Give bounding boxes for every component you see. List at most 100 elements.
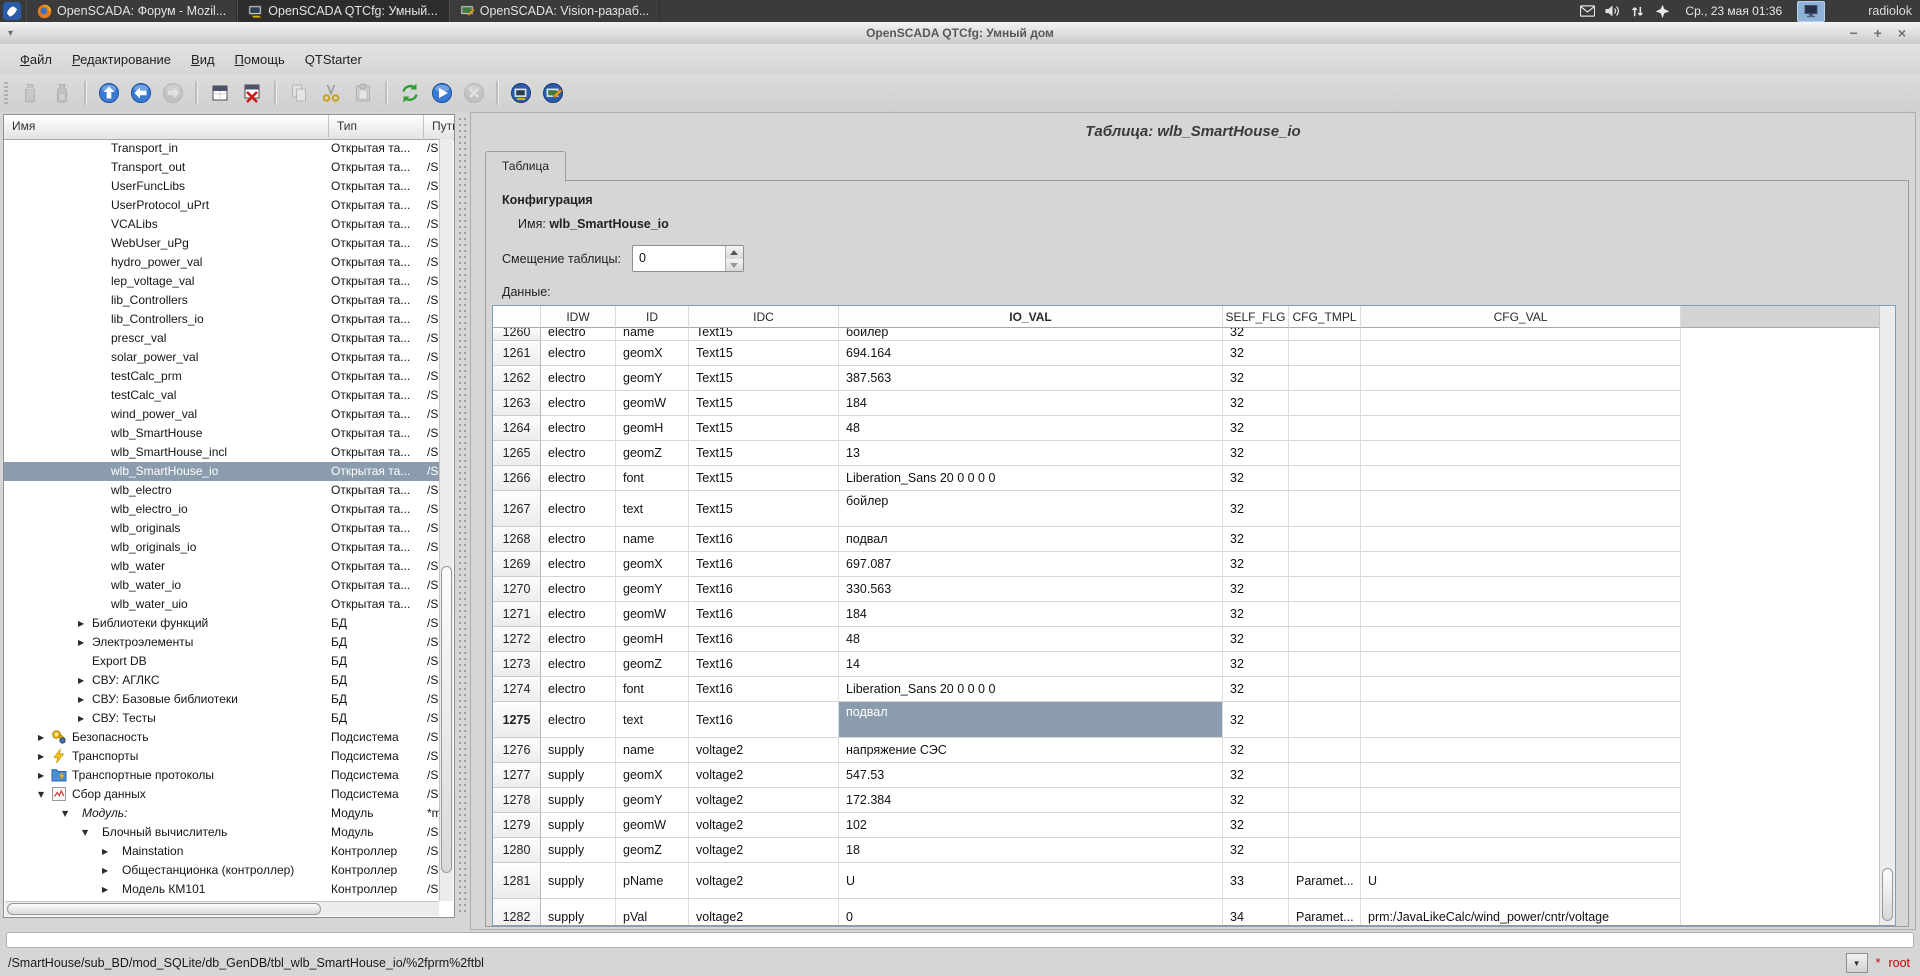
tree-item-сбор-данных[interactable]: ▼Сбор данныхПодсистема/Sm (4, 785, 440, 804)
cell-CFG_VAL[interactable] (1361, 491, 1681, 527)
cell-ID[interactable]: geomX (616, 763, 689, 788)
expand-arrow-icon[interactable]: ▶ (78, 709, 84, 728)
cell-IDC[interactable]: Text16 (689, 552, 839, 577)
cell-IO_VAL[interactable]: 48 (839, 627, 1223, 652)
cell-CFG_VAL[interactable] (1361, 738, 1681, 763)
cell-CFG_VAL[interactable] (1361, 552, 1681, 577)
cell-SELF_FLG[interactable]: 32 (1223, 328, 1289, 341)
cell-CFG_VAL[interactable] (1361, 763, 1681, 788)
minimize-button[interactable]: − (1849, 25, 1857, 41)
cell-IO_VAL[interactable]: бойлер (839, 328, 1223, 341)
cell-ID[interactable]: geomW (616, 602, 689, 627)
tree-item-wlb_smarthouse_incl[interactable]: wlb_SmartHouse_inclОткрытая та.../Sm (4, 443, 440, 462)
cell-SELF_FLG[interactable]: 32 (1223, 677, 1289, 702)
cell-IDW[interactable]: electro (541, 552, 616, 577)
cell-CFG_VAL[interactable] (1361, 652, 1681, 677)
tree-item-wlb_smarthouse_io[interactable]: wlb_SmartHouse_ioОткрытая та.../Sm (4, 462, 440, 481)
cell-IDC[interactable]: Text16 (689, 602, 839, 627)
tree-item-lib_controllers_io[interactable]: lib_Controllers_ioОткрытая та.../Sm (4, 310, 440, 329)
cell-IDW[interactable]: supply (541, 763, 616, 788)
taskbar-window[interactable]: OpenSCADA: Vision-разраб... (449, 0, 661, 22)
cell-IDW[interactable]: supply (541, 813, 616, 838)
cell-IDC[interactable]: Text15 (689, 491, 839, 527)
cell-IDW[interactable]: electro (541, 466, 616, 491)
cell-CFG_TMPL[interactable]: Paramet... (1289, 899, 1361, 925)
tree-item-userfunclibs[interactable]: UserFuncLibsОткрытая та.../Sm (4, 177, 440, 196)
cell-IO_VAL[interactable]: Liberation_Sans 20 0 0 0 0 (839, 466, 1223, 491)
cell-CFG_TMPL[interactable] (1289, 602, 1361, 627)
cell-CFG_TMPL[interactable] (1289, 813, 1361, 838)
cell-IDW[interactable]: supply (541, 899, 616, 925)
cell-SELF_FLG[interactable]: 32 (1223, 366, 1289, 391)
tree-item-сву-базовые-библиотеки[interactable]: ▶СВУ: Базовые библиотекиБД/Sm (4, 690, 440, 709)
cell-IO_VAL[interactable]: напряжение СЭС (839, 738, 1223, 763)
cell-CFG_VAL[interactable] (1361, 391, 1681, 416)
expand-arrow-icon[interactable]: ▶ (78, 633, 84, 652)
cell-SELF_FLG[interactable]: 32 (1223, 341, 1289, 366)
cell-SELF_FLG[interactable]: 32 (1223, 441, 1289, 466)
tree-item-wlb_water[interactable]: wlb_waterОткрытая та.../Sm (4, 557, 440, 576)
cell-IDC[interactable]: Text15 (689, 441, 839, 466)
cell-IDW[interactable]: electro (541, 416, 616, 441)
cell-CFG_VAL[interactable] (1361, 366, 1681, 391)
cell-IDC[interactable]: voltage2 (689, 813, 839, 838)
column-header-row-number[interactable] (493, 306, 541, 328)
window-titlebar[interactable]: ▾ OpenSCADA QTCfg: Умный дом − + × (0, 22, 1920, 45)
qtcfg-window-button[interactable] (505, 78, 537, 108)
back-button[interactable] (125, 78, 157, 108)
cell-CFG_VAL[interactable] (1361, 416, 1681, 441)
cell-ID[interactable]: geomH (616, 416, 689, 441)
cell-IDW[interactable]: supply (541, 788, 616, 813)
cell-IDC[interactable]: voltage2 (689, 763, 839, 788)
cell-ID[interactable]: geomX (616, 341, 689, 366)
cell-SELF_FLG[interactable]: 32 (1223, 552, 1289, 577)
cell-CFG_TMPL[interactable] (1289, 527, 1361, 552)
cell-CFG_TMPL[interactable] (1289, 738, 1361, 763)
cell-CFG_VAL[interactable] (1361, 788, 1681, 813)
cell-CFG_TMPL[interactable] (1289, 577, 1361, 602)
cell-SELF_FLG[interactable]: 32 (1223, 788, 1289, 813)
cell-IDW[interactable]: supply (541, 863, 616, 899)
cell-ID[interactable]: name (616, 328, 689, 341)
cell-IDC[interactable]: Text15 (689, 416, 839, 441)
mail-icon[interactable] (1579, 3, 1595, 19)
cell-SELF_FLG[interactable]: 32 (1223, 652, 1289, 677)
add-item-button[interactable] (204, 78, 236, 108)
maximize-button[interactable]: + (1874, 25, 1882, 41)
cell-ID[interactable]: geomY (616, 788, 689, 813)
cell-IO_VAL[interactable]: 694.164 (839, 341, 1223, 366)
expand-arrow-icon[interactable]: ▶ (102, 880, 108, 899)
cell-IDW[interactable]: electro (541, 677, 616, 702)
cell-IDC[interactable]: voltage2 (689, 838, 839, 863)
expand-arrow-icon[interactable]: ▶ (78, 671, 84, 690)
cell-IDW[interactable]: electro (541, 366, 616, 391)
tree-item-библиотеки-функций[interactable]: ▶Библиотеки функцийБД/Sm (4, 614, 440, 633)
cell-SELF_FLG[interactable]: 32 (1223, 491, 1289, 527)
cell-IDC[interactable]: voltage2 (689, 738, 839, 763)
menu-help[interactable]: Помощь (225, 48, 295, 71)
cut-button[interactable] (315, 78, 347, 108)
tree-vertical-scrollbar[interactable] (439, 139, 453, 901)
table-vertical-scrollbar[interactable] (1879, 306, 1895, 925)
cell-IO_VAL[interactable]: 387.563 (839, 366, 1223, 391)
cell-CFG_TMPL[interactable] (1289, 702, 1361, 738)
collapse-arrow-icon[interactable]: ▼ (62, 804, 68, 823)
cell-CFG_TMPL[interactable] (1289, 552, 1361, 577)
cell-CFG_TMPL[interactable] (1289, 341, 1361, 366)
tree-col-name[interactable]: Имя (4, 115, 329, 138)
cell-ID[interactable]: text (616, 491, 689, 527)
tree-item-электроэлементы[interactable]: ▶ЭлектроэлементыБД/Sm (4, 633, 440, 652)
expand-arrow-icon[interactable]: ▶ (102, 861, 108, 880)
taskbar-window[interactable]: OpenSCADA: Форум - Mozil... (26, 0, 237, 22)
cell-IDC[interactable]: voltage2 (689, 788, 839, 813)
tree-item-wlb_originals_io[interactable]: wlb_originals_ioОткрытая та.../Sm (4, 538, 440, 557)
cell-IDW[interactable]: electro (541, 328, 616, 341)
cell-IO_VAL[interactable]: 184 (839, 391, 1223, 416)
tree-item-prescr_val[interactable]: prescr_valОткрытая та.../Sm (4, 329, 440, 348)
taskbar-window[interactable]: OpenSCADA QTCfg: Умный... (237, 0, 448, 22)
tree-item-модуль-[interactable]: ▼Модуль:Модуль*m (4, 804, 440, 823)
column-header-IDC[interactable]: IDC (689, 306, 839, 328)
cell-CFG_VAL[interactable] (1361, 627, 1681, 652)
cell-SELF_FLG[interactable]: 32 (1223, 577, 1289, 602)
expand-arrow-icon[interactable]: ▶ (78, 690, 84, 709)
